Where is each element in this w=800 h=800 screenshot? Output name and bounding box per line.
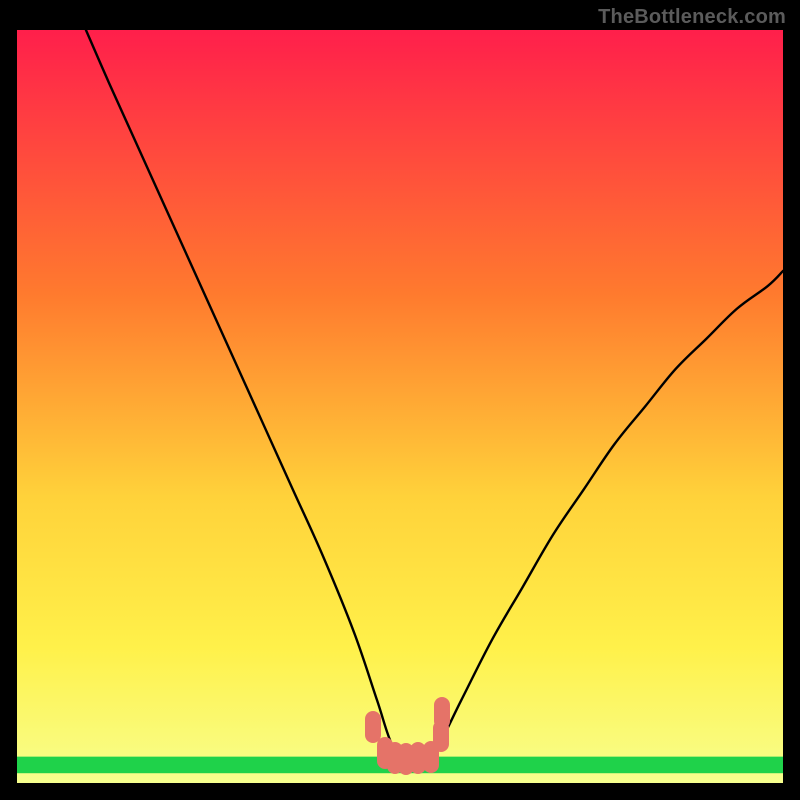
- data-marker: [434, 697, 450, 729]
- watermark-text: TheBottleneck.com: [598, 6, 786, 29]
- chart-stage: TheBottleneck.com: [0, 0, 800, 800]
- plot-svg: [17, 30, 783, 783]
- plot-area: [17, 30, 783, 783]
- gradient-background: [17, 30, 783, 783]
